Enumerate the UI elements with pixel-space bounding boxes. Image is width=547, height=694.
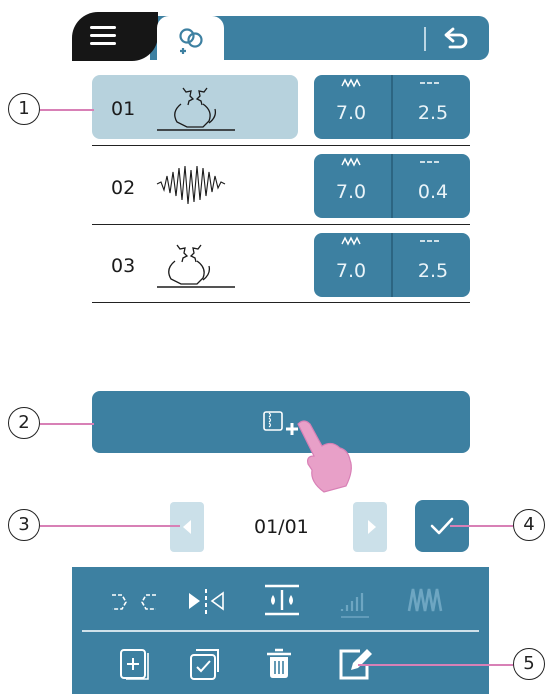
row-params[interactable]: 7.0 2.5 — [314, 75, 470, 139]
stitch-length-icon — [420, 82, 439, 84]
stitch-width-icon — [341, 78, 361, 88]
back-button[interactable] — [440, 24, 472, 54]
new-page-icon[interactable] — [118, 647, 152, 681]
satin-icon — [407, 588, 443, 612]
tab-link-pattern[interactable] — [157, 16, 224, 64]
callout-line-2 — [40, 423, 94, 425]
stitch-width-icon — [341, 236, 361, 246]
mirror-vertical-icon[interactable] — [186, 587, 226, 615]
mirror-horizontal-icon[interactable] — [110, 589, 158, 615]
chevron-right-icon — [368, 520, 376, 534]
param-divider — [391, 233, 393, 297]
callout-line-4 — [450, 525, 513, 527]
callout-5: 5 — [513, 648, 545, 680]
row-divider — [92, 145, 470, 146]
callout-line-1 — [40, 109, 94, 111]
callout-1: 1 — [8, 93, 40, 125]
density-icon[interactable] — [262, 583, 302, 617]
link-pattern-icon — [179, 28, 203, 54]
cat-pattern-icon[interactable] — [155, 83, 237, 135]
menu-button[interactable] — [72, 12, 158, 61]
back-arrow-icon — [444, 27, 468, 49]
param-divider — [391, 75, 393, 139]
row-divider — [92, 224, 470, 225]
callout-line-5 — [358, 664, 513, 666]
width-value: 7.0 — [335, 181, 367, 203]
callout-2: 2 — [8, 407, 40, 439]
length-value: 2.5 — [417, 102, 449, 124]
row-divider — [92, 302, 470, 303]
callout-3: 3 — [8, 509, 40, 541]
row-params[interactable]: 7.0 2.5 — [314, 233, 470, 297]
callout-4: 4 — [513, 509, 545, 541]
prev-page-button[interactable] — [170, 502, 204, 552]
row-number: 03 — [111, 255, 136, 277]
width-value: 7.0 — [335, 260, 367, 282]
row-number: 02 — [111, 177, 136, 199]
length-value: 0.4 — [417, 181, 449, 203]
width-value: 7.0 — [335, 102, 367, 124]
cat-pattern-icon[interactable] — [155, 240, 237, 292]
stitch-length-icon — [420, 240, 439, 242]
toolbar-divider — [82, 630, 479, 632]
param-divider — [391, 154, 393, 218]
stitch-width-icon — [341, 157, 361, 167]
row-number: 01 — [111, 98, 136, 120]
delete-icon[interactable] — [264, 647, 294, 681]
next-page-button[interactable] — [353, 502, 387, 552]
hand-pointer-icon — [297, 420, 352, 493]
page-indicator: 01/01 — [254, 516, 309, 538]
header-separator — [424, 27, 426, 51]
row-params[interactable]: 7.0 0.4 — [314, 154, 470, 218]
chevron-left-icon — [183, 520, 191, 534]
stitch-length-icon — [420, 161, 439, 163]
elongation-icon — [340, 593, 369, 618]
add-pattern-button[interactable] — [92, 391, 470, 453]
heart-zigzag-pattern-icon[interactable] — [155, 160, 227, 212]
duplicate-icon[interactable] — [188, 647, 224, 681]
callout-line-3 — [40, 525, 180, 527]
length-value: 2.5 — [417, 260, 449, 282]
menu-icon — [90, 26, 116, 45]
